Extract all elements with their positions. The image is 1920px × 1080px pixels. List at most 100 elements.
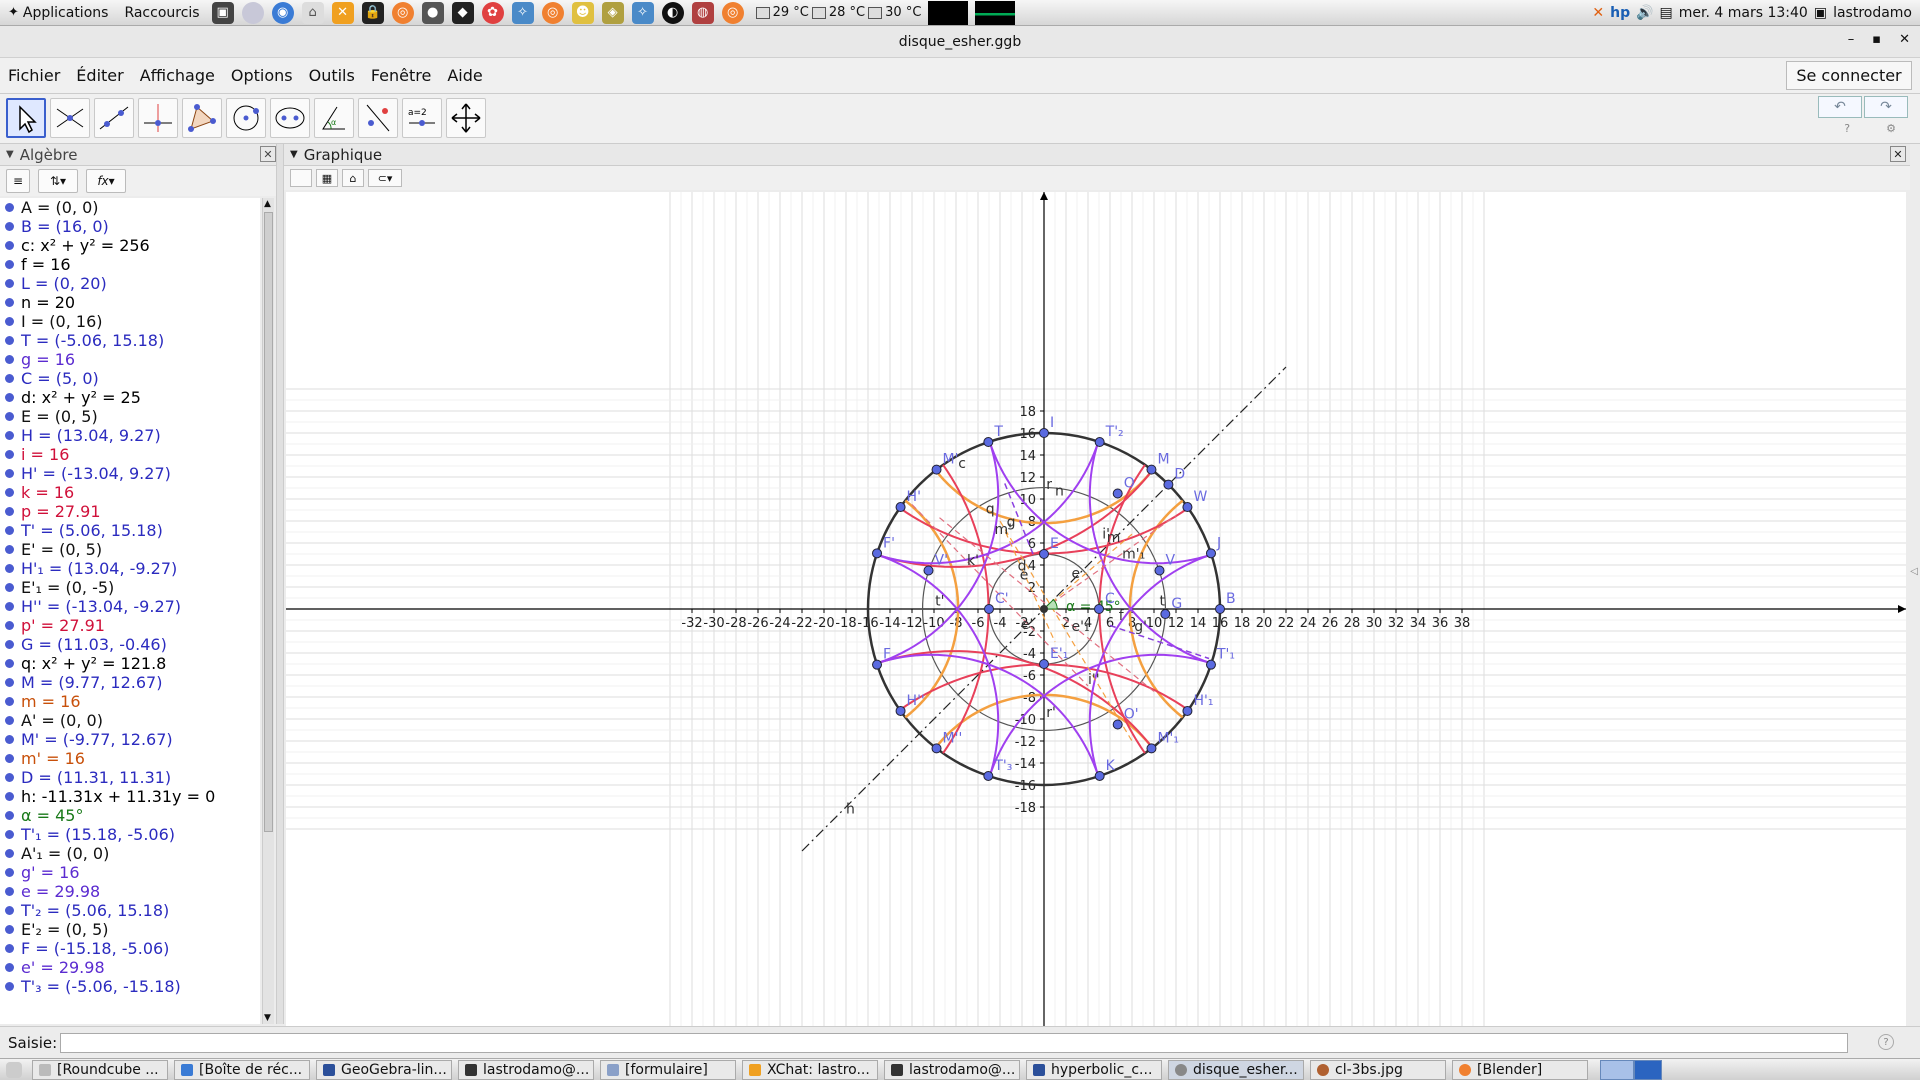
point-13[interactable] <box>1182 705 1193 716</box>
point-4[interactable] <box>1182 502 1193 513</box>
point-25[interactable] <box>1154 565 1165 576</box>
app-icon-1[interactable]: ✧ <box>511 1 534 24</box>
visibility-toggle-icon[interactable] <box>5 355 14 364</box>
sort-button[interactable]: ⇅▾ <box>38 169 78 193</box>
visibility-toggle-icon[interactable] <box>5 279 14 288</box>
colorwheel-icon[interactable]: ✿ <box>481 1 504 24</box>
algebra-item[interactable]: h: -11.31x + 11.31y = 0 <box>0 787 260 806</box>
algebra-item[interactable]: H' = (-13.04, 9.27) <box>0 464 260 483</box>
close-icon[interactable]: ✕ <box>1899 32 1910 47</box>
algebra-item[interactable]: e = 29.98 <box>0 882 260 901</box>
point-17[interactable] <box>1094 770 1105 781</box>
geodesic-violet[interactable] <box>876 653 1100 777</box>
point-1[interactable] <box>983 437 994 448</box>
lock-icon[interactable]: 🔒 <box>361 1 384 24</box>
algebra-item[interactable]: E = (0, 5) <box>0 407 260 426</box>
algebra-scrollbar[interactable]: ▲ ▼ <box>262 198 274 1024</box>
algebra-item[interactable]: A' = (0, 0) <box>0 711 260 730</box>
algebra-item[interactable]: f = 16 <box>0 255 260 274</box>
task-disque-esher[interactable]: disque_esher... <box>1168 1059 1304 1080</box>
visibility-toggle-icon[interactable] <box>5 678 14 687</box>
point-15[interactable] <box>1146 743 1157 754</box>
tool-point[interactable] <box>50 98 90 138</box>
menu-editer[interactable]: Éditer <box>68 66 131 85</box>
visibility-toggle-icon[interactable] <box>5 716 14 725</box>
redo-button[interactable]: ↷ <box>1864 96 1908 118</box>
menu-aide[interactable]: Aide <box>439 66 490 85</box>
visibility-toggle-icon[interactable] <box>5 697 14 706</box>
algebra-item[interactable]: F = (-15.18, -5.06) <box>0 939 260 958</box>
point-10[interactable] <box>1205 548 1216 559</box>
algebra-item[interactable]: d: x² + y² = 25 <box>0 388 260 407</box>
visibility-toggle-icon[interactable] <box>5 982 14 991</box>
task-mail[interactable]: [Boîte de réc... <box>174 1059 310 1080</box>
collapse-triangle-icon[interactable]: ▼ <box>6 149 14 160</box>
applications-menu[interactable]: ✦ Applications <box>0 0 116 26</box>
algebra-item[interactable]: g' = 16 <box>0 863 260 882</box>
app-icon-6[interactable]: ◍ <box>691 1 714 24</box>
algebra-item[interactable]: T = (-5.06, 15.18) <box>0 331 260 350</box>
visibility-toggle-icon[interactable] <box>5 222 14 231</box>
visibility-toggle-icon[interactable] <box>5 488 14 497</box>
task-terminal-1[interactable]: lastrodamo@... <box>458 1059 594 1080</box>
point-20[interactable] <box>984 604 994 614</box>
connect-button[interactable]: Se connecter <box>1786 61 1912 90</box>
tool-slider[interactable]: a=2 <box>402 98 442 138</box>
obs-icon[interactable]: ◐ <box>661 1 684 24</box>
algebra-item[interactable]: E'₁ = (0, -5) <box>0 578 260 597</box>
geodesic-violet[interactable] <box>1088 553 1212 777</box>
maximize-icon[interactable]: ▪ <box>1872 32 1881 47</box>
point-26[interactable] <box>923 565 934 576</box>
visibility-toggle-icon[interactable] <box>5 925 14 934</box>
point-19[interactable] <box>1094 604 1104 614</box>
tool-move-view[interactable] <box>446 98 486 138</box>
tool-perpendicular[interactable] <box>138 98 178 138</box>
algebra-item[interactable]: H'₁ = (13.04, -9.27) <box>0 559 260 578</box>
visibility-toggle-icon[interactable] <box>5 868 14 877</box>
algebra-item[interactable]: G = (11.03, -0.46) <box>0 635 260 654</box>
disk-icon[interactable] <box>241 1 264 24</box>
tool-circle[interactable] <box>226 98 266 138</box>
algebra-item[interactable]: α = 45° <box>0 806 260 825</box>
visibility-toggle-icon[interactable] <box>5 640 14 649</box>
point-3[interactable] <box>895 502 906 513</box>
visibility-toggle-icon[interactable] <box>5 374 14 383</box>
algebra-item[interactable]: M = (9.77, 12.67) <box>0 673 260 692</box>
tool-reflect[interactable] <box>358 98 398 138</box>
algebra-close-icon[interactable]: ✕ <box>260 146 276 162</box>
visibility-toggle-icon[interactable] <box>5 583 14 592</box>
settings-icon[interactable]: ⚙ <box>1886 122 1896 135</box>
task-formulaire[interactable]: [formulaire] <box>600 1059 736 1080</box>
algebra-item[interactable]: k = 16 <box>0 483 260 502</box>
task-geogebra-linux[interactable]: GeoGebra-lin... <box>316 1059 452 1080</box>
algebra-item[interactable]: g = 16 <box>0 350 260 369</box>
input-field[interactable] <box>60 1033 1848 1053</box>
visibility-toggle-icon[interactable] <box>5 545 14 554</box>
algebra-item[interactable]: H = (13.04, 9.27) <box>0 426 260 445</box>
visibility-toggle-icon[interactable] <box>5 203 14 212</box>
visibility-toggle-icon[interactable] <box>5 450 14 459</box>
visibility-toggle-icon[interactable] <box>5 659 14 668</box>
visibility-toggle-icon[interactable] <box>5 773 14 782</box>
algebra-item[interactable]: e' = 29.98 <box>0 958 260 977</box>
point-12[interactable] <box>895 705 906 716</box>
point-18[interactable] <box>1160 609 1171 620</box>
terminal-icon[interactable]: ▣ <box>211 1 234 24</box>
tool-polygon[interactable] <box>182 98 222 138</box>
algebra-item[interactable]: n = 20 <box>0 293 260 312</box>
network-icon[interactable]: ▤ <box>1660 5 1673 21</box>
algebra-item[interactable]: T' = (5.06, 15.18) <box>0 521 260 540</box>
show-desktop-icon[interactable] <box>6 1061 22 1078</box>
visibility-toggle-icon[interactable] <box>5 621 14 630</box>
tool-angle[interactable]: α <box>314 98 354 138</box>
visibility-toggle-icon[interactable] <box>5 412 14 421</box>
visibility-toggle-icon[interactable] <box>5 849 14 858</box>
algebra-item[interactable]: C = (5, 0) <box>0 369 260 388</box>
visibility-toggle-icon[interactable] <box>5 963 14 972</box>
algebra-item[interactable]: p' = 27.91 <box>0 616 260 635</box>
algebra-item[interactable]: p = 27.91 <box>0 502 260 521</box>
visibility-toggle-icon[interactable] <box>5 526 14 535</box>
tool-conic[interactable] <box>270 98 310 138</box>
point-9[interactable] <box>872 548 883 559</box>
tool-line[interactable] <box>94 98 134 138</box>
